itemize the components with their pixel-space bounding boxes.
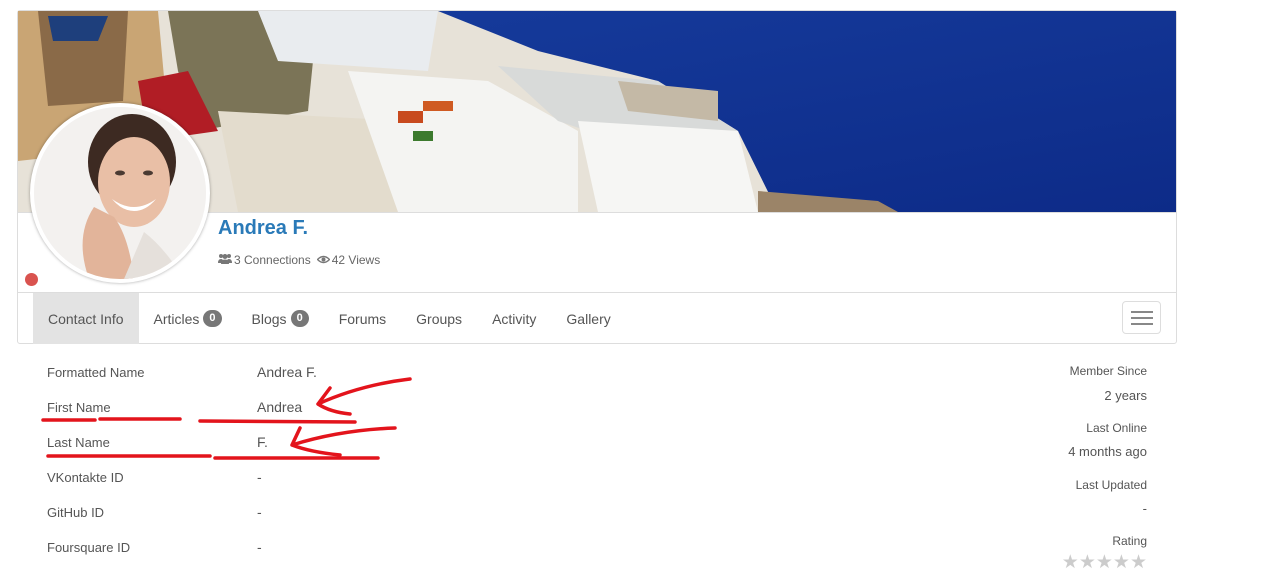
menu-toggle-button[interactable] bbox=[1122, 301, 1161, 334]
hamburger-icon-bar bbox=[1130, 322, 1153, 325]
tab-forums[interactable]: Forums bbox=[324, 293, 401, 344]
rating-stars[interactable]: ★ ★ ★ ★ ★ bbox=[1062, 553, 1147, 572]
eye-icon bbox=[316, 253, 331, 267]
field-label: Foursquare ID bbox=[47, 540, 131, 555]
underline-last-name bbox=[46, 454, 380, 460]
profile-name[interactable]: Andrea F. bbox=[218, 217, 308, 240]
star-icon[interactable]: ★ bbox=[1096, 553, 1113, 572]
field-value: - bbox=[257, 469, 262, 485]
star-icon[interactable]: ★ bbox=[1062, 553, 1079, 572]
hamburger-icon-bar bbox=[1130, 316, 1153, 319]
field-label: VKontakte ID bbox=[47, 470, 124, 485]
tab-label: Activity bbox=[492, 310, 537, 327]
member-since-value: 2 years bbox=[1104, 388, 1147, 403]
star-icon[interactable]: ★ bbox=[1079, 553, 1096, 572]
last-online-value: 4 months ago bbox=[1068, 444, 1147, 459]
field-label: First Name bbox=[47, 400, 111, 415]
tab-contact-info[interactable]: Contact Info bbox=[33, 293, 139, 344]
tab-activity[interactable]: Activity bbox=[477, 293, 551, 344]
articles-count-badge: 0 bbox=[203, 310, 222, 327]
profile-tabs: Contact Info Articles 0 Blogs 0 Forums Gro… bbox=[33, 293, 626, 344]
field-row-formatted-name: Formatted Name Andrea F. bbox=[47, 364, 447, 385]
profile-card: Andrea F. 3 Connections 42 Views Contact… bbox=[17, 10, 1177, 344]
tab-label: Articles bbox=[153, 310, 200, 327]
tab-label: Blogs bbox=[251, 310, 287, 327]
field-label: GitHub ID bbox=[47, 505, 105, 520]
last-updated-label: Last Updated bbox=[1075, 478, 1147, 492]
blogs-count-badge: 0 bbox=[290, 310, 309, 327]
field-value: Andrea F. bbox=[257, 364, 317, 380]
connections-count: 3 Connections bbox=[234, 253, 311, 267]
users-icon bbox=[218, 253, 232, 267]
field-row-last-name: Last Name F. bbox=[47, 434, 447, 455]
star-icon[interactable]: ★ bbox=[1130, 553, 1147, 572]
field-row-foursquare-id: Foursquare ID - bbox=[47, 539, 447, 560]
last-updated-value: - bbox=[1142, 501, 1147, 516]
hamburger-icon bbox=[1130, 310, 1153, 313]
member-since-label: Member Since bbox=[1069, 364, 1147, 378]
views-count: 42 Views bbox=[331, 253, 381, 267]
tab-articles[interactable]: Articles 0 bbox=[139, 293, 237, 344]
online-status-indicator bbox=[25, 273, 38, 286]
profile-stats: 3 Connections 42 Views bbox=[218, 253, 386, 267]
tab-blogs[interactable]: Blogs 0 bbox=[237, 293, 324, 344]
tab-label: Contact Info bbox=[48, 310, 124, 327]
field-row-github-id: GitHub ID - bbox=[47, 504, 447, 525]
tab-gallery[interactable]: Gallery bbox=[551, 293, 625, 344]
tab-label: Groups bbox=[416, 310, 463, 327]
tab-label: Gallery bbox=[566, 310, 611, 327]
field-value: - bbox=[257, 504, 262, 520]
views-stat: 42 Views bbox=[316, 253, 381, 267]
field-row-first-name: First Name Andrea bbox=[47, 399, 447, 420]
avatar-image bbox=[34, 107, 206, 279]
star-icon[interactable]: ★ bbox=[1113, 553, 1130, 572]
field-value: F. bbox=[257, 434, 268, 450]
field-label: Formatted Name bbox=[47, 365, 145, 380]
field-value: - bbox=[257, 539, 262, 555]
profile-avatar[interactable] bbox=[30, 103, 210, 283]
connections-stat[interactable]: 3 Connections bbox=[218, 253, 311, 267]
tab-label: Forums bbox=[338, 310, 387, 327]
tab-groups[interactable]: Groups bbox=[401, 293, 477, 344]
field-label: Last Name bbox=[47, 435, 110, 450]
field-row-vkontakte-id: VKontakte ID - bbox=[47, 469, 447, 490]
last-online-label: Last Online bbox=[1086, 421, 1147, 435]
field-value: Andrea bbox=[257, 399, 303, 415]
rating-label: Rating bbox=[1112, 534, 1147, 548]
